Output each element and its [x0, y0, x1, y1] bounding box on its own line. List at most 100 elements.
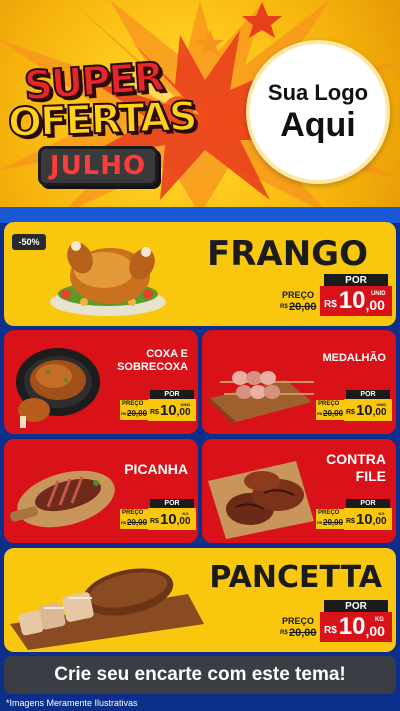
new-price-box: R$ 10 ,00 KG	[344, 508, 392, 530]
old-price-currency: R$	[317, 520, 323, 525]
currency-label: R$	[346, 408, 355, 416]
currency-label: R$	[150, 517, 159, 525]
old-price-box: PREÇO R$ 20,00	[120, 509, 148, 529]
product-name-coxa-line2: SOBRECOXA	[117, 361, 188, 374]
product-name-coxa-line1: COXA E	[146, 348, 188, 360]
product-name-picanha: PICANHA	[124, 461, 188, 477]
new-price-box: R$ 10 ,00 UNID	[320, 286, 392, 316]
por-label: POR	[324, 600, 388, 612]
month-label: JULHO	[49, 151, 147, 181]
picanha-board-image	[10, 470, 115, 528]
price-integer: 10	[338, 613, 366, 640]
product-name-frango: FRANGO	[207, 234, 368, 274]
currency-label: R$	[346, 517, 355, 525]
old-price-value: 20,00	[289, 627, 317, 639]
product-card-picanha[interactable]: PICANHA POR PREÇO R$ 20,00 R$ 10 ,00 KG	[4, 439, 198, 543]
old-price-currency: R$	[280, 304, 288, 310]
price-integer: 10	[159, 401, 177, 419]
por-label: POR	[150, 499, 194, 508]
logo-line1: Sua Logo	[267, 79, 369, 105]
product-card-coxa[interactable]: COXA E SOBRECOXA POR PREÇO R$ 20,00 R$ 1…	[4, 330, 198, 434]
price-decimal: ,00	[365, 623, 385, 639]
old-price-box: PREÇO R$ 20,00	[120, 400, 148, 420]
price-decimal: ,00	[372, 406, 387, 418]
old-price-value: 20,00	[289, 301, 317, 313]
medallion-skewers-image	[210, 371, 314, 426]
old-price-value: 20,00	[323, 409, 344, 418]
old-price-box: PREÇO R$ 20,00	[278, 614, 320, 642]
price-decimal: ,00	[365, 297, 385, 313]
month-badge: JULHO	[38, 146, 158, 186]
old-price-label: PREÇO	[318, 401, 340, 407]
disclaimer-text: *Imagens Meramente Ilustrativas	[6, 698, 138, 708]
old-price-value: 20,00	[127, 409, 148, 418]
new-price-box: R$ 10 ,00 UNID	[148, 399, 196, 421]
old-price-label: PREÇO	[122, 401, 144, 407]
currency-label: R$	[150, 408, 159, 416]
product-card-medalhao[interactable]: MEDALHÃO POR PREÇO R$ 20,00 R$ 10 ,00 UN…	[202, 330, 396, 434]
product-name-coxa: COXA E SOBRECOXA	[117, 348, 188, 374]
product-card-contrafile[interactable]: CONTRA FILE POR PREÇO R$ 20,00 R$ 10 ,00…	[202, 439, 396, 543]
price-integer: 10	[159, 510, 177, 528]
new-price-box: R$ 10 ,00 UNID	[344, 399, 392, 421]
title-ofertas: OFERTAS	[6, 93, 197, 148]
old-price-box: PREÇO R$ 20,00	[278, 288, 320, 316]
old-price-value: 20,00	[323, 518, 344, 527]
price-block-frango: POR PREÇO R$ 20,00 R$ 10 ,00 UNID	[278, 274, 392, 320]
product-name-contrafile: CONTRA FILE	[326, 451, 386, 485]
contrafile-board-image	[208, 461, 314, 539]
currency-label: R$	[324, 298, 337, 310]
product-name-contrafile-line2: FILE	[355, 467, 386, 484]
price-decimal: ,00	[176, 515, 191, 527]
cta-label: Crie seu encarte com este tema!	[54, 664, 346, 685]
price-integer: 10	[355, 401, 373, 419]
price-block-coxa: POR PREÇO R$ 20,00 R$ 10 ,00 UNID	[120, 390, 196, 424]
price-unit: KG	[182, 511, 189, 516]
discount-badge: -50%	[12, 234, 46, 250]
price-block-contrafile: POR PREÇO R$ 20,00 R$ 10 ,00 KG	[316, 499, 392, 533]
price-integer: 10	[355, 510, 373, 528]
new-price-box: R$ 10 ,00 KG	[320, 612, 392, 642]
price-unit: KG	[378, 511, 385, 516]
old-price-label: PREÇO	[318, 510, 340, 516]
old-price-label: PREÇO	[282, 616, 315, 626]
old-price-box: PREÇO R$ 20,00	[316, 400, 344, 420]
por-label: POR	[150, 390, 194, 399]
old-price-currency: R$	[121, 520, 127, 525]
old-price-currency: R$	[317, 411, 323, 416]
product-name-pancetta: PANCETTA	[209, 560, 382, 595]
price-unit: KG	[374, 617, 384, 623]
price-block-medalhao: POR PREÇO R$ 20,00 R$ 10 ,00 UNID	[316, 390, 392, 424]
old-price-currency: R$	[280, 630, 288, 636]
price-unit: UNID	[370, 291, 386, 297]
roast-chicken-image	[50, 241, 166, 316]
logo-placeholder[interactable]: Sua Logo Aqui	[246, 40, 390, 184]
header-banner: 000 SUPER OFERTAS JULHO Sua Logo Aqui	[0, 0, 400, 215]
currency-label: R$	[324, 624, 337, 636]
por-label: POR	[324, 274, 388, 286]
logo-line2: Aqui	[280, 105, 356, 144]
product-card-pancetta[interactable]: PANCETTA POR PREÇO R$ 20,00 R$ 10 ,00 KG	[4, 548, 396, 652]
create-flyer-button[interactable]: Crie seu encarte com este tema!	[4, 656, 396, 694]
blue-divider	[0, 207, 400, 223]
price-block-pancetta: POR PREÇO R$ 20,00 R$ 10 ,00 KG	[278, 600, 392, 646]
chicken-pan-image	[16, 348, 100, 428]
price-integer: 10	[338, 287, 366, 314]
price-unit: UNID	[376, 402, 387, 407]
product-name-medalhao: MEDALHÃO	[322, 352, 386, 364]
price-decimal: ,00	[176, 406, 191, 418]
por-label: POR	[346, 390, 390, 399]
price-unit: UNID	[180, 402, 191, 407]
old-price-box: PREÇO R$ 20,00	[316, 509, 344, 529]
old-price-label: PREÇO	[282, 290, 315, 300]
pancetta-board-image	[10, 568, 204, 650]
old-price-value: 20,00	[127, 518, 148, 527]
por-label: POR	[346, 499, 390, 508]
price-block-picanha: POR PREÇO R$ 20,00 R$ 10 ,00 KG	[120, 499, 196, 533]
new-price-box: R$ 10 ,00 KG	[148, 508, 196, 530]
price-decimal: ,00	[372, 515, 387, 527]
product-name-contrafile-line1: CONTRA	[326, 451, 386, 467]
old-price-currency: R$	[121, 411, 127, 416]
product-card-frango[interactable]: -50% FRANGO POR PREÇO R$ 20,00 R$ 10 ,00…	[4, 222, 396, 326]
old-price-label: PREÇO	[122, 510, 144, 516]
